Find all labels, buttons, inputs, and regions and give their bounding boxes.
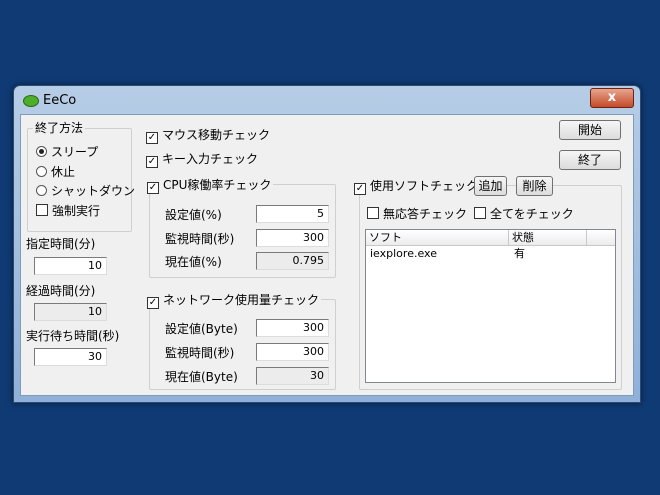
radio-hibernate-label: 休止 — [51, 165, 76, 179]
radio-hibernate[interactable]: 休止 — [36, 165, 75, 179]
checkbox-icon[interactable]: ✓ — [354, 183, 366, 195]
elapsed-time-field: 10 — [34, 303, 107, 321]
no-response-label: 無応答チェック — [383, 207, 468, 221]
network-set-input[interactable]: 300 — [256, 319, 329, 337]
radio-sleep-label: スリープ — [51, 145, 99, 159]
radio-button-icon[interactable] — [36, 146, 47, 157]
list-item[interactable]: iexplore.exe 有 — [366, 247, 615, 262]
key-input-label: キー入力チェック — [162, 152, 259, 166]
radio-button-icon[interactable] — [36, 185, 47, 196]
wait-time-label: 実行待ち時間(秒) — [26, 329, 120, 343]
network-watch-label: 監視時間(秒) — [165, 346, 235, 360]
specified-time-label: 指定時間(分) — [26, 237, 96, 251]
network-set-label: 設定値(Byte) — [165, 322, 238, 336]
frog-app-icon — [23, 95, 39, 107]
cpu-current-field: 0.795 — [256, 252, 329, 270]
checkbox-icon[interactable]: ✓ — [147, 182, 159, 194]
checkbox-icon[interactable]: ✓ — [146, 132, 158, 144]
checkbox-icon[interactable]: ✓ — [147, 297, 159, 309]
wait-time-input[interactable]: 30 — [34, 348, 107, 366]
checkbox-icon[interactable] — [367, 207, 379, 219]
radio-sleep[interactable]: スリープ — [36, 145, 98, 159]
add-button[interactable]: 追加 — [474, 176, 507, 196]
network-current-field: 30 — [256, 367, 329, 385]
column-header-software[interactable]: ソフト — [366, 230, 509, 246]
cpu-check-checkbox[interactable]: ✓ CPU稼働率チェック — [145, 178, 274, 194]
force-execute-label: 強制実行 — [52, 204, 101, 218]
no-response-checkbox[interactable]: 無応答チェック — [367, 207, 467, 221]
specified-time-input[interactable]: 10 — [34, 257, 107, 275]
radio-button-icon[interactable] — [36, 166, 47, 177]
mouse-move-label: マウス移動チェック — [162, 128, 271, 142]
delete-button[interactable]: 削除 — [516, 176, 553, 196]
app-window: EeCo x 終了方法 スリープ 休止 シャットダウン 強制実行 指定時間(分)… — [13, 85, 641, 403]
mouse-move-checkbox[interactable]: ✓ マウス移動チェック — [146, 128, 270, 144]
software-status: 有 — [514, 247, 525, 260]
column-header-filler — [587, 230, 615, 246]
check-all-label: 全てをチェック — [490, 207, 574, 221]
software-name: iexplore.exe — [370, 247, 437, 260]
checkbox-icon[interactable]: ✓ — [146, 156, 158, 168]
software-list[interactable]: ソフト 状態 iexplore.exe 有 — [365, 229, 616, 383]
cpu-current-label: 現在値(%) — [165, 255, 222, 269]
start-button[interactable]: 開始 — [559, 120, 621, 140]
cpu-watch-label: 監視時間(秒) — [165, 232, 235, 246]
cpu-set-input[interactable]: 5 — [256, 205, 329, 223]
close-button[interactable]: x — [590, 88, 634, 108]
radio-shutdown-label: シャットダウン — [51, 184, 136, 198]
column-header-status[interactable]: 状態 — [509, 230, 587, 246]
network-check-legend: ネットワーク使用量チェック — [163, 293, 320, 307]
title-bar[interactable]: EeCo x — [14, 86, 640, 114]
check-all-checkbox[interactable]: 全てをチェック — [474, 207, 574, 221]
checkbox-icon[interactable] — [36, 204, 48, 216]
window-title: EeCo — [43, 93, 77, 108]
network-current-label: 現在値(Byte) — [165, 370, 238, 384]
software-check-legend: 使用ソフトチェック — [370, 179, 479, 193]
radio-shutdown[interactable]: シャットダウン — [36, 184, 135, 198]
end-method-legend: 終了方法 — [33, 121, 86, 135]
end-button[interactable]: 終了 — [559, 150, 621, 170]
force-execute-checkbox[interactable]: 強制実行 — [36, 204, 100, 218]
software-check-checkbox[interactable]: ✓ 使用ソフトチェック — [352, 179, 481, 195]
cpu-check-legend: CPU稼働率チェック — [163, 178, 272, 192]
cpu-watch-input[interactable]: 300 — [256, 229, 329, 247]
elapsed-time-label: 経過時間(分) — [26, 284, 96, 298]
network-watch-input[interactable]: 300 — [256, 343, 329, 361]
client-area: 終了方法 スリープ 休止 シャットダウン 強制実行 指定時間(分) 10 経過時… — [20, 114, 634, 396]
network-check-checkbox[interactable]: ✓ ネットワーク使用量チェック — [145, 293, 322, 309]
cpu-set-label: 設定値(%) — [165, 208, 222, 222]
key-input-checkbox[interactable]: ✓ キー入力チェック — [146, 152, 258, 168]
checkbox-icon[interactable] — [474, 207, 486, 219]
